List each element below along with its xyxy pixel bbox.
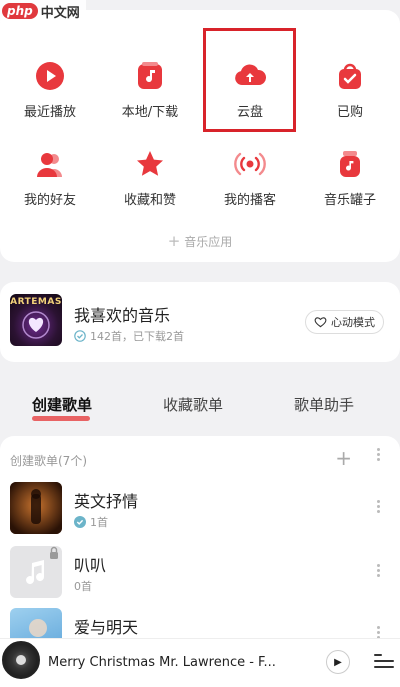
grid-item-label: 我的播客 <box>223 193 276 208</box>
playlist-row[interactable]: 叭叭 0首 <box>0 546 400 602</box>
playlist-name: 叭叭 <box>74 556 107 575</box>
music-jar-icon <box>334 148 366 180</box>
watermark-text: 中文网 <box>40 5 80 21</box>
tab-playlist-assistant[interactable]: 歌单助手 <box>294 394 354 415</box>
playlist-row[interactable]: 英文抒情 1首 <box>0 482 400 538</box>
downloaded-check-icon <box>74 516 86 528</box>
playlist-count: 0首 <box>74 578 92 594</box>
heart-mode-button[interactable]: 心动模式 <box>305 310 384 334</box>
playlist-cover <box>10 482 62 534</box>
grid-item-label: 已购 <box>336 105 363 120</box>
downloaded-check-icon <box>74 330 86 342</box>
playlist-name: 爱与明天 <box>74 618 139 637</box>
player-song-title: Merry Christmas Mr. Lawrence - F... <box>48 655 276 670</box>
grid-item-local-download[interactable]: 本地/下载 <box>100 52 200 132</box>
plus-icon: + <box>167 232 181 250</box>
grid-item-label: 最近播放 <box>23 105 76 120</box>
playlist-count-text: 0首 <box>74 580 92 593</box>
playlist-tabs: 创建歌单 收藏歌单 歌单助手 <box>0 382 400 426</box>
add-playlist-button[interactable]: + <box>335 446 352 470</box>
music-apps-link[interactable]: + 音乐应用 <box>0 232 400 250</box>
liked-music-cover: ARTEMAS <box>10 294 62 346</box>
grid-item-label: 云盘 <box>236 105 263 120</box>
playlist-name: 英文抒情 <box>74 492 139 511</box>
liked-music-count: 142首，已下载2首 <box>90 330 184 343</box>
heart-icon <box>314 317 327 328</box>
grid-item-favorites-likes[interactable]: 收藏和赞 <box>100 140 200 220</box>
bag-check-icon <box>334 60 366 92</box>
music-apps-label: 音乐应用 <box>184 235 233 249</box>
play-icon <box>34 60 66 92</box>
grid-item-label: 收藏和赞 <box>123 193 176 208</box>
tab-created-playlists[interactable]: 创建歌单 <box>32 394 92 415</box>
watermark: php 中文网 <box>0 0 86 22</box>
player-album-disc[interactable] <box>2 641 40 679</box>
active-tab-indicator <box>32 416 90 421</box>
playlist-count: 1首 <box>74 514 108 530</box>
grid-item-purchased[interactable]: 已购 <box>300 52 400 132</box>
grid-item-label: 音乐罐子 <box>323 193 376 208</box>
playlist-section-more-icon[interactable] <box>377 448 380 461</box>
playlist-more-icon[interactable] <box>377 564 380 577</box>
watermark-logo: php <box>2 3 38 19</box>
playlist-more-icon[interactable] <box>377 500 380 513</box>
broadcast-icon <box>234 148 266 180</box>
grid-item-podcasts[interactable]: 我的播客 <box>200 140 300 220</box>
liked-music-subtitle: 142首，已下载2首 <box>74 328 184 344</box>
star-icon <box>134 148 166 180</box>
play-button[interactable]: ▶ <box>326 650 350 674</box>
tab-collected-playlists[interactable]: 收藏歌单 <box>163 394 223 415</box>
cloud-upload-icon <box>234 60 266 92</box>
liked-music-card[interactable]: ARTEMAS 我喜欢的音乐 142首，已下载2首 心动模式 <box>0 282 400 362</box>
created-playlists-header: 创建歌单(7个) <box>10 454 87 468</box>
heart-mode-label: 心动模式 <box>331 316 375 329</box>
grid-item-recent-play[interactable]: 最近播放 <box>0 52 100 132</box>
friends-icon <box>34 148 66 180</box>
grid-item-label: 本地/下载 <box>121 105 179 120</box>
playlist-count-text: 1首 <box>90 516 108 529</box>
music-note-icon <box>134 60 166 92</box>
liked-music-title: 我喜欢的音乐 <box>74 306 171 325</box>
mini-player[interactable]: Merry Christmas Mr. Lawrence - F... ▶ <box>0 638 400 687</box>
playlist-cover <box>10 546 62 598</box>
quick-access-card: 最近播放 本地/下载 云盘 已购 我的好友 收藏和赞 我的播客 音乐罐子 + 音… <box>0 10 400 262</box>
grid-item-friends[interactable]: 我的好友 <box>0 140 100 220</box>
grid-item-label: 我的好友 <box>23 193 76 208</box>
playlist-queue-icon[interactable] <box>374 653 394 669</box>
play-icon: ▶ <box>334 656 342 668</box>
app-screen: php 中文网 最近播放 本地/下载 云盘 已购 我的好友 收藏和赞 我的播客 … <box>0 0 400 687</box>
grid-item-music-jar[interactable]: 音乐罐子 <box>300 140 400 220</box>
grid-item-cloud-drive[interactable]: 云盘 <box>200 52 300 132</box>
